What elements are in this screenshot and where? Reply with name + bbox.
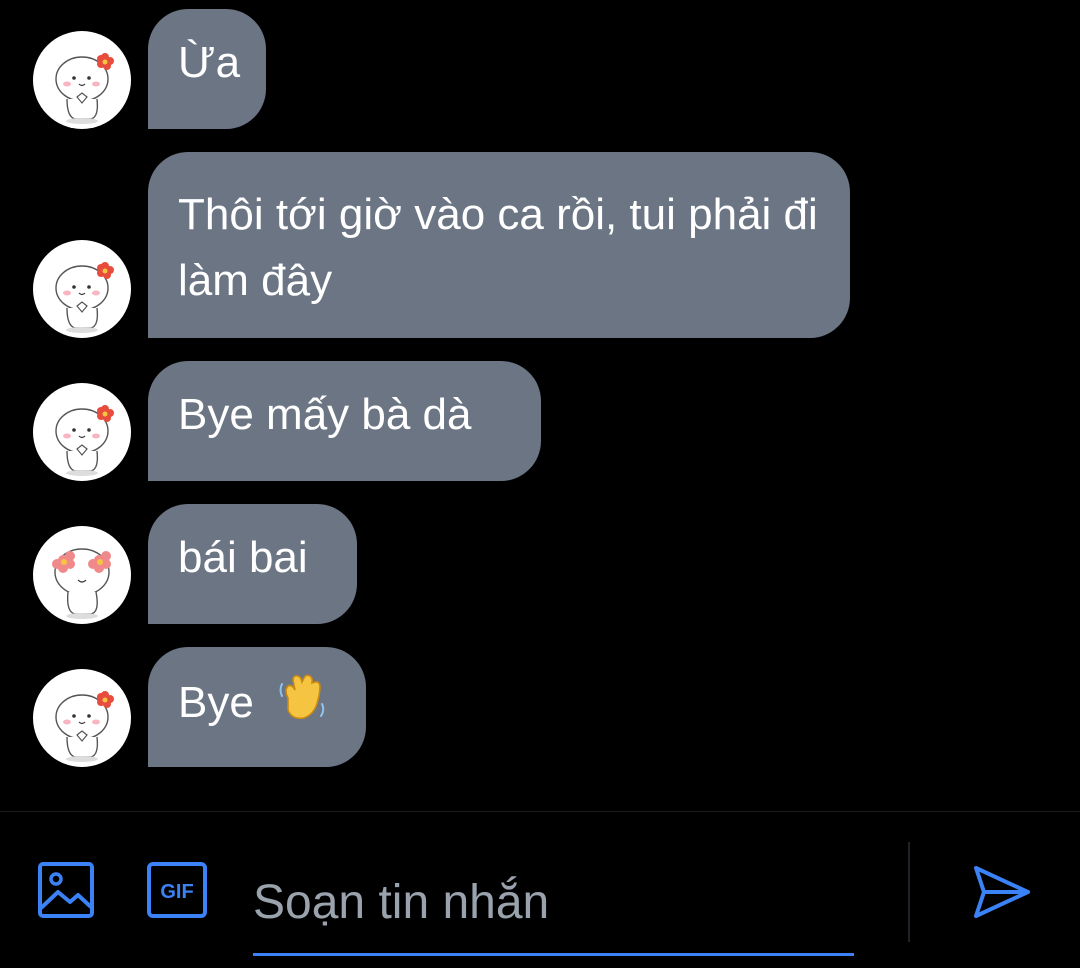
avatar[interactable] <box>33 240 131 338</box>
message-bubble[interactable]: Bye mấy bà dà <box>148 361 541 481</box>
message-text: Bye <box>178 678 254 728</box>
avatar[interactable] <box>33 383 131 481</box>
cute-blob-avatar-icon <box>55 53 114 124</box>
message-bubble[interactable]: Thôi tới giờ vào ca rồi, tui phải đi làm… <box>148 152 850 338</box>
cute-blob-avatar-icon <box>55 691 114 762</box>
avatar[interactable] <box>33 526 131 624</box>
cute-blob-flower-eyes-avatar-icon <box>52 548 111 619</box>
message-composer: GIF <box>0 811 1080 968</box>
avatar[interactable] <box>33 31 131 129</box>
waving-hand-emoji-icon <box>274 668 330 743</box>
cute-blob-avatar-icon <box>55 405 114 476</box>
send-icon[interactable] <box>972 864 1032 925</box>
message-text: bái bai <box>178 533 308 582</box>
message-text: Ừa <box>178 38 241 87</box>
avatar[interactable] <box>33 669 131 767</box>
cute-blob-avatar-icon <box>55 262 114 333</box>
gif-label: GIF <box>160 881 193 903</box>
image-icon[interactable] <box>38 862 94 923</box>
divider <box>908 842 910 942</box>
message-text: Bye mấy bà dà <box>178 390 472 439</box>
message-input[interactable] <box>253 852 854 956</box>
message-text: Thôi tới giờ vào ca rồi, tui phải đi làm… <box>178 190 818 305</box>
chat-screen: Ừa Thôi tới giờ vào ca rồi, tui phải đi … <box>0 0 1080 968</box>
message-bubble[interactable]: Ừa <box>148 9 266 129</box>
message-bubble[interactable]: bái bai <box>148 504 357 624</box>
gif-icon[interactable]: GIF <box>147 862 207 923</box>
message-bubble[interactable]: Bye <box>148 647 366 767</box>
